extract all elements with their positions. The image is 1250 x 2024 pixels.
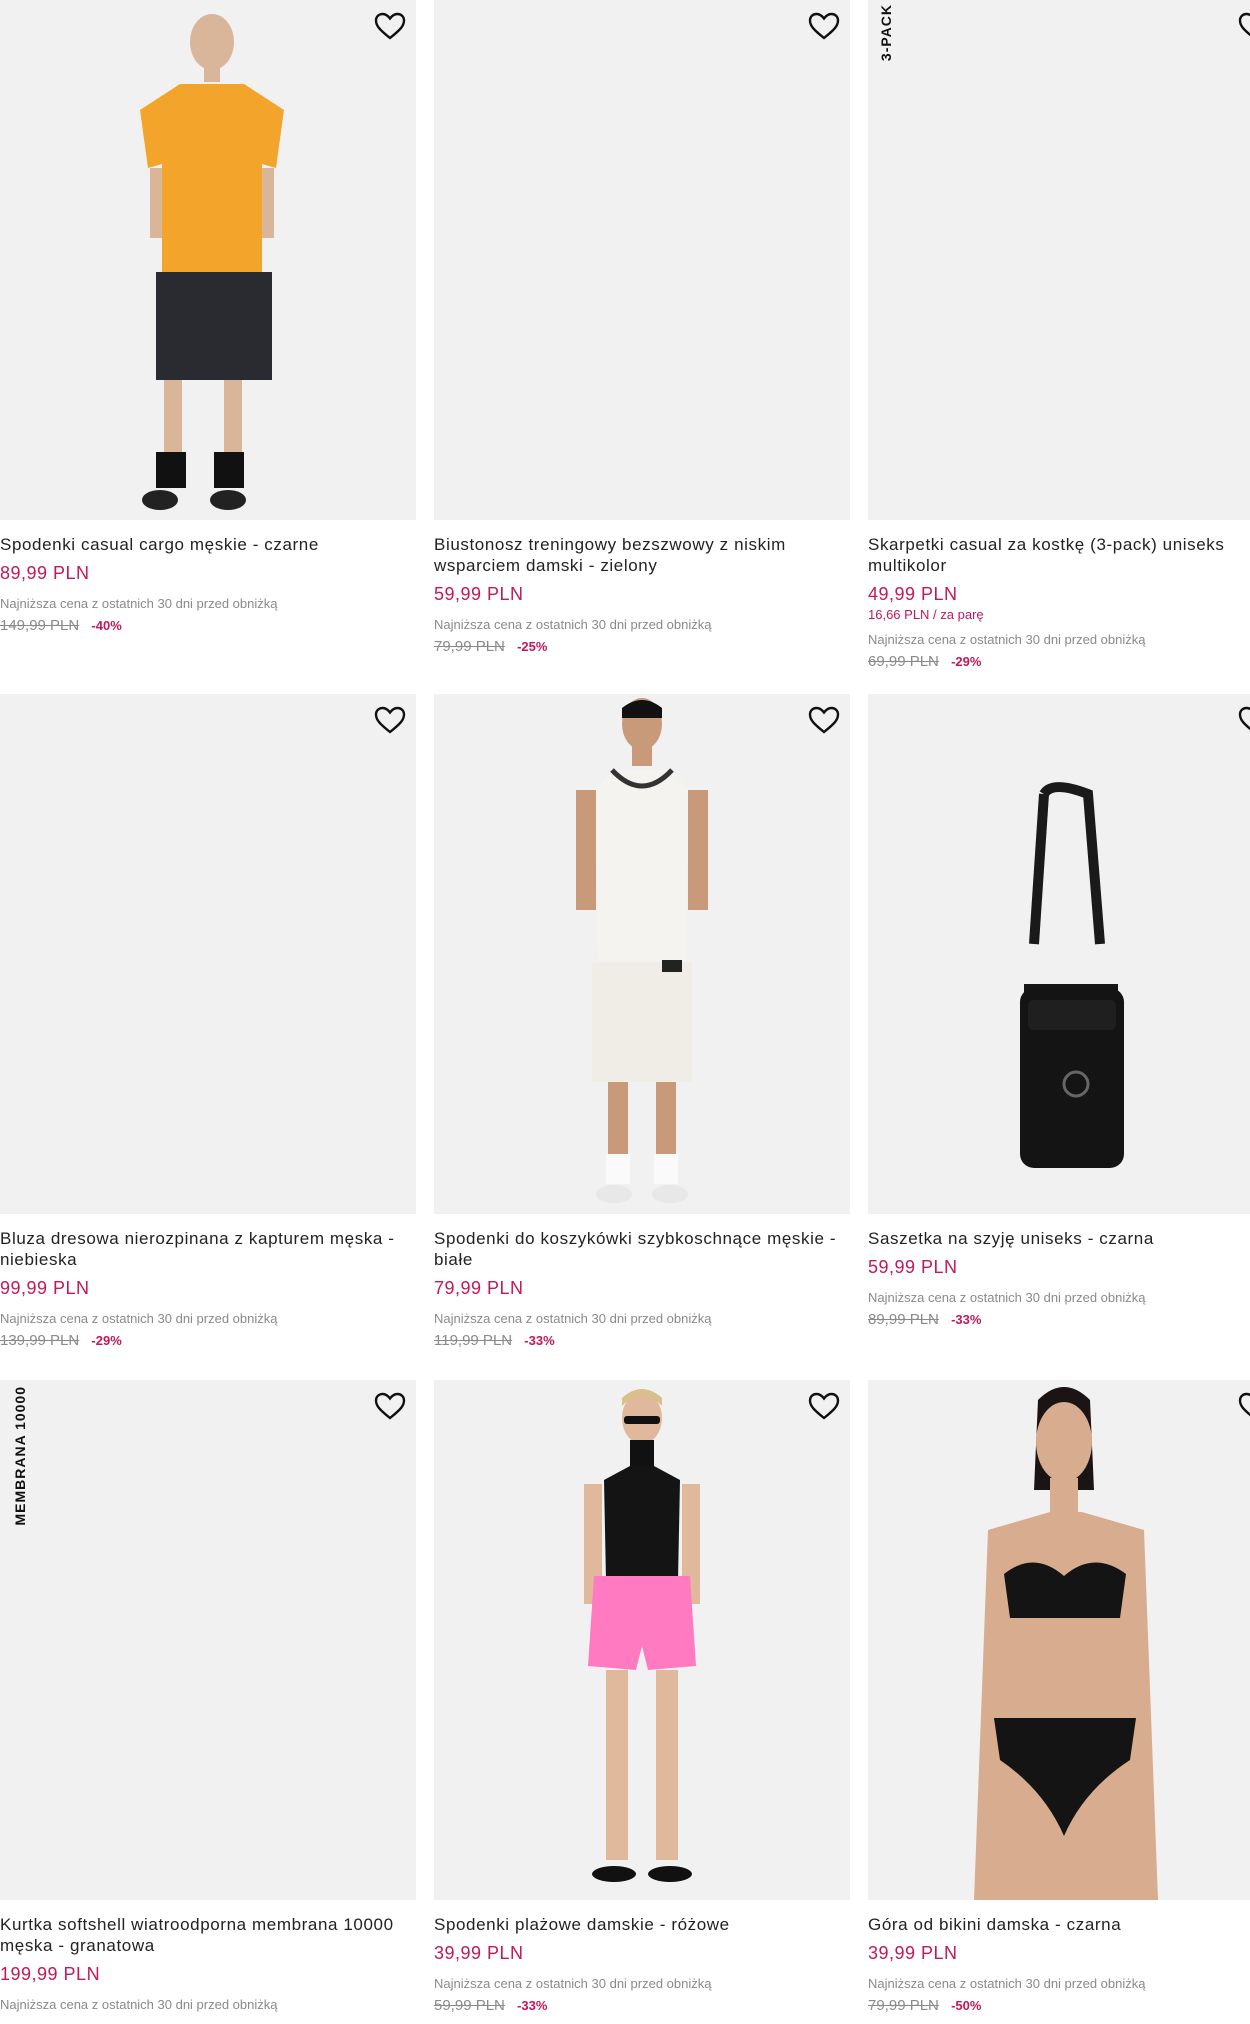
discount-badge: -33% bbox=[517, 1998, 548, 2013]
old-price-row: 139,99 PLN -29% bbox=[0, 1332, 416, 1349]
heart-icon bbox=[1238, 12, 1250, 37]
product-price: 49,99 PLN bbox=[868, 584, 958, 604]
favorite-button[interactable] bbox=[806, 704, 842, 736]
product-image[interactable] bbox=[434, 1380, 850, 1900]
heart-icon bbox=[1238, 706, 1250, 731]
old-price: 79,99 PLN bbox=[434, 638, 505, 655]
product-photo-tshirt-man bbox=[140, 14, 284, 510]
heart-icon bbox=[808, 1392, 840, 1420]
product-image[interactable] bbox=[434, 0, 850, 520]
product-card[interactable]: Spodenki do koszykówki szybkoschnące męs… bbox=[434, 694, 850, 1349]
favorite-button[interactable] bbox=[372, 704, 408, 736]
discount-badge: -25% bbox=[517, 639, 548, 654]
lowest-price-note: Najniższa cena z ostatnich 30 dni przed … bbox=[0, 1997, 278, 2012]
product-image[interactable] bbox=[0, 694, 416, 1214]
discount-badge: -33% bbox=[951, 1312, 982, 1327]
heart-icon bbox=[374, 1392, 406, 1420]
product-image[interactable] bbox=[868, 1380, 1250, 1900]
old-price-row: 119,99 PLN -33% bbox=[434, 1332, 850, 1349]
product-price: 99,99 PLN bbox=[0, 1278, 90, 1298]
favorite-button[interactable] bbox=[372, 10, 408, 42]
product-card[interactable]: Biustonosz treningowy bezszwowy z niskim… bbox=[434, 0, 850, 655]
product-price: 59,99 PLN bbox=[434, 584, 524, 604]
lowest-price-note: Najniższa cena z ostatnich 30 dni przed … bbox=[0, 596, 278, 611]
product-title[interactable]: Kurtka softshell wiatroodporna membrana … bbox=[0, 1914, 416, 1956]
product-card[interactable]: 3-PACK Skarpetki casual za kostkę (3-pac… bbox=[868, 0, 1250, 670]
product-card[interactable]: MEMBRANA 10000 Kurtka softshell wiatrood… bbox=[0, 1380, 416, 2012]
product-card[interactable]: Spodenki plażowe damskie - różowe 39,99 … bbox=[434, 1380, 850, 2014]
product-title[interactable]: Skarpetki casual za kostkę (3-pack) unis… bbox=[868, 534, 1250, 576]
old-price: 89,99 PLN bbox=[868, 1311, 939, 1328]
old-price-row: 59,99 PLN -33% bbox=[434, 1997, 850, 2014]
product-price: 199,99 PLN bbox=[0, 1964, 101, 1984]
old-price-row: 79,99 PLN -50% bbox=[868, 1997, 1250, 2014]
heart-icon bbox=[374, 706, 406, 734]
product-image[interactable] bbox=[434, 694, 850, 1214]
unit-price: 16,66 PLN / za parę bbox=[868, 607, 984, 622]
product-title[interactable]: Saszetka na szyję uniseks - czarna bbox=[868, 1228, 1250, 1249]
product-title[interactable]: Góra od bikini damska - czarna bbox=[868, 1914, 1250, 1935]
product-image[interactable] bbox=[0, 0, 416, 520]
old-price-row: 149,99 PLN -40% bbox=[0, 617, 416, 634]
discount-badge: -33% bbox=[524, 1333, 555, 1348]
lowest-price-note: Najniższa cena z ostatnich 30 dni przed … bbox=[434, 1311, 712, 1326]
favorite-button[interactable] bbox=[806, 10, 842, 42]
favorite-button[interactable] bbox=[1236, 1390, 1250, 1422]
product-title[interactable]: Spodenki casual cargo męskie - czarne bbox=[0, 534, 416, 555]
product-card[interactable]: Saszetka na szyję uniseks - czarna 59,99… bbox=[868, 694, 1250, 1328]
old-price: 119,99 PLN bbox=[434, 1332, 513, 1349]
lowest-price-note: Najniższa cena z ostatnich 30 dni przed … bbox=[868, 1976, 1146, 1991]
lowest-price-note: Najniższa cena z ostatnich 30 dni przed … bbox=[434, 617, 712, 632]
old-price: 139,99 PLN bbox=[0, 1332, 80, 1349]
favorite-button[interactable] bbox=[1236, 10, 1250, 42]
heart-icon bbox=[1238, 1392, 1250, 1417]
product-title[interactable]: Spodenki do koszykówki szybkoschnące męs… bbox=[434, 1228, 850, 1270]
old-price-row: 69,99 PLN -29% bbox=[868, 653, 1250, 670]
discount-badge: -40% bbox=[91, 618, 122, 633]
product-photo-neck-pouch bbox=[1020, 782, 1124, 1168]
product-price: 59,99 PLN bbox=[868, 1257, 958, 1277]
favorite-button[interactable] bbox=[806, 1390, 842, 1422]
product-title[interactable]: Biustonosz treningowy bezszwowy z niskim… bbox=[434, 534, 850, 576]
lowest-price-note: Najniższa cena z ostatnich 30 dni przed … bbox=[434, 1976, 712, 1991]
favorite-button[interactable] bbox=[1236, 704, 1250, 736]
discount-badge: -50% bbox=[951, 1998, 982, 2013]
heart-icon bbox=[808, 12, 840, 40]
old-price: 69,99 PLN bbox=[868, 653, 939, 670]
lowest-price-note: Najniższa cena z ostatnich 30 dni przed … bbox=[868, 1290, 1146, 1305]
old-price: 59,99 PLN bbox=[434, 1997, 505, 2014]
old-price: 79,99 PLN bbox=[868, 1997, 939, 2014]
product-grid: Spodenki casual cargo męskie - czarne 89… bbox=[0, 0, 1250, 2024]
heart-icon bbox=[808, 706, 840, 734]
old-price-row: 89,99 PLN -33% bbox=[868, 1311, 1250, 1328]
product-photo-basketball-outfit bbox=[576, 698, 708, 1203]
product-image[interactable]: 3-PACK bbox=[868, 0, 1250, 520]
favorite-button[interactable] bbox=[372, 1390, 408, 1422]
lowest-price-note: Najniższa cena z ostatnich 30 dni przed … bbox=[868, 632, 1146, 647]
product-price: 89,99 PLN bbox=[0, 563, 90, 583]
product-photo-bikini bbox=[974, 1387, 1158, 1900]
discount-badge: -29% bbox=[91, 1333, 122, 1348]
old-price-row: 79,99 PLN -25% bbox=[434, 638, 850, 655]
product-title[interactable]: Spodenki plażowe damskie - różowe bbox=[434, 1914, 850, 1935]
product-title[interactable]: Bluza dresowa nierozpinana z kapturem mę… bbox=[0, 1228, 416, 1270]
heart-icon bbox=[374, 12, 406, 40]
membrane-badge: MEMBRANA 10000 bbox=[12, 1386, 28, 1526]
old-price: 149,99 PLN bbox=[0, 617, 80, 634]
product-photo-beach-shorts bbox=[584, 1389, 700, 1882]
product-card[interactable]: Bluza dresowa nierozpinana z kapturem mę… bbox=[0, 694, 416, 1349]
product-image[interactable]: MEMBRANA 10000 bbox=[0, 1380, 416, 1900]
product-card[interactable]: Góra od bikini damska - czarna 39,99 PLN… bbox=[868, 1380, 1250, 2014]
lowest-price-note: Najniższa cena z ostatnich 30 dni przed … bbox=[0, 1311, 278, 1326]
discount-badge: -29% bbox=[951, 654, 982, 669]
product-price: 79,99 PLN bbox=[434, 1278, 524, 1298]
product-image[interactable] bbox=[868, 694, 1250, 1214]
product-price: 39,99 PLN bbox=[434, 1943, 524, 1963]
product-price: 39,99 PLN bbox=[868, 1943, 958, 1963]
pack-badge: 3-PACK bbox=[878, 4, 894, 62]
product-card[interactable]: Spodenki casual cargo męskie - czarne 89… bbox=[0, 0, 416, 634]
